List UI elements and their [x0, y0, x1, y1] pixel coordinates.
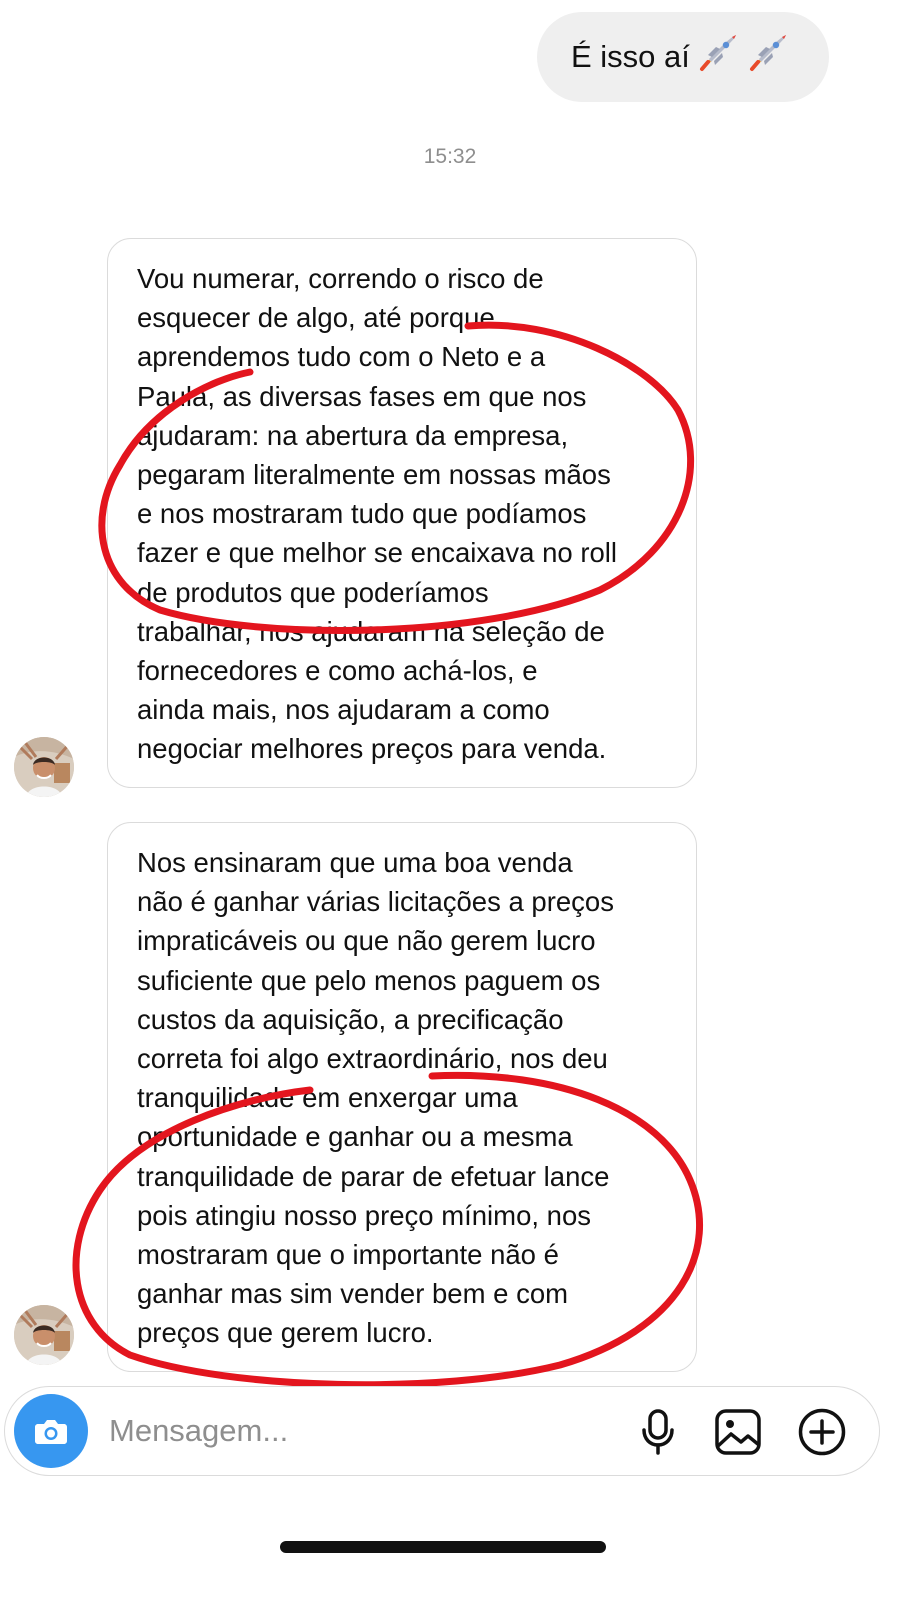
message-line: custos da aquisição, a precificação: [137, 1003, 564, 1035]
message-line: e nos mostraram tudo que podíamos: [137, 498, 587, 530]
camera-icon: [35, 1420, 67, 1444]
message-input[interactable]: [109, 1407, 589, 1455]
message-line: ganhar mas sim vender bem e com: [137, 1278, 569, 1310]
microphone-icon: [642, 1409, 674, 1455]
sent-message-text: É isso aí: [571, 39, 690, 74]
message-line: tranquilidade em enxergar uma: [137, 1082, 518, 1114]
rocket-icon: [746, 31, 790, 83]
message-line: pois atingiu nosso preço mínimo, nos: [137, 1199, 591, 1231]
plus-circle-icon: [798, 1408, 846, 1456]
message-line: esquecer de algo, até porque: [137, 302, 495, 334]
message-line: Paula, as diversas fases em que nos: [137, 380, 587, 412]
received-message-bubble[interactable]: Nos ensinaram que uma boa venda não é ga…: [107, 822, 697, 1372]
message-line: impraticáveis ou que não gerem lucro: [137, 925, 596, 957]
message-line: aprendemos tudo com o Neto e a: [137, 341, 546, 373]
message-line: negociar melhores preços para venda.: [137, 733, 607, 765]
camera-button[interactable]: [14, 1394, 88, 1468]
message-line: oportunidade e ganhar ou a mesma: [137, 1121, 573, 1153]
message-timestamp: 15:32: [423, 145, 477, 168]
message-line: ajudaram: na abertura da empresa,: [137, 419, 569, 451]
message-line: ainda mais, nos ajudaram a como: [137, 694, 550, 726]
message-line: mostraram que o importante não é: [137, 1239, 559, 1271]
image-icon: [715, 1409, 761, 1455]
received-message-bubble[interactable]: Vou numerar, correndo o risco de esquece…: [107, 238, 697, 788]
rocket-icon: [696, 31, 740, 83]
message-line: pegaram literalmente em nossas mãos: [137, 459, 611, 491]
message-line: tranquilidade de parar de efetuar lance: [137, 1160, 610, 1192]
sent-message-bubble[interactable]: É isso aí: [537, 12, 829, 102]
more-options-button[interactable]: [797, 1407, 847, 1457]
message-line: Vou numerar, correndo o risco de: [137, 263, 544, 294]
home-indicator[interactable]: [280, 1541, 606, 1553]
message-composer: [4, 1386, 880, 1476]
sender-avatar[interactable]: [14, 1305, 74, 1365]
sender-avatar[interactable]: [14, 737, 74, 797]
message-line: de produtos que poderíamos: [137, 576, 489, 608]
message-line: não é ganhar várias licitações a preços: [137, 886, 614, 918]
message-line: Nos ensinaram que uma boa venda: [137, 847, 573, 878]
message-line: suficiente que pelo menos paguem os: [137, 964, 601, 996]
microphone-button[interactable]: [633, 1407, 683, 1457]
gallery-button[interactable]: [713, 1407, 763, 1457]
message-line: trabalhar, nos ajudaram na seleção de: [137, 615, 605, 647]
message-line: fazer e que melhor se encaixava no roll: [137, 537, 617, 569]
message-line: fornecedores e como achá-los, e: [137, 655, 538, 687]
message-line: preços que gerem lucro.: [137, 1317, 434, 1349]
message-line: correta foi algo extraordinário, nos deu: [137, 1043, 608, 1075]
